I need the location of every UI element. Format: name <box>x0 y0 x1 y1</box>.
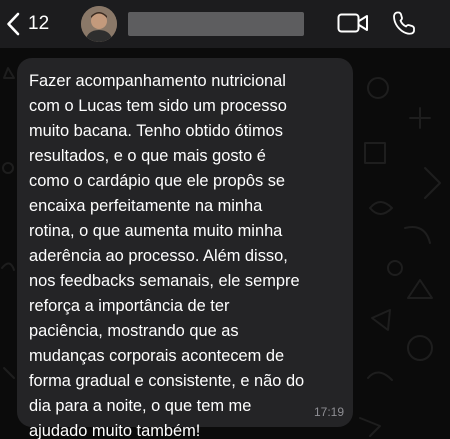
message-bubble[interactable]: Fazer acompanhamento nutricional com o L… <box>17 58 353 439</box>
message-timestamp: 17:19 <box>313 405 344 419</box>
unread-count: 12 <box>28 13 50 34</box>
contact-name-redacted[interactable] <box>128 12 304 36</box>
chevron-left-icon <box>6 12 20 36</box>
video-camera-icon[interactable] <box>337 12 369 39</box>
message-text: Fazer acompanhamento nutricional com o L… <box>29 72 305 439</box>
back-button[interactable]: 12 <box>6 8 49 40</box>
chat-area[interactable]: Fazer acompanhamento nutricional com o L… <box>0 48 450 439</box>
phone-icon[interactable] <box>391 10 417 41</box>
avatar[interactable] <box>81 6 117 42</box>
chat-header: 12 <box>0 0 450 48</box>
